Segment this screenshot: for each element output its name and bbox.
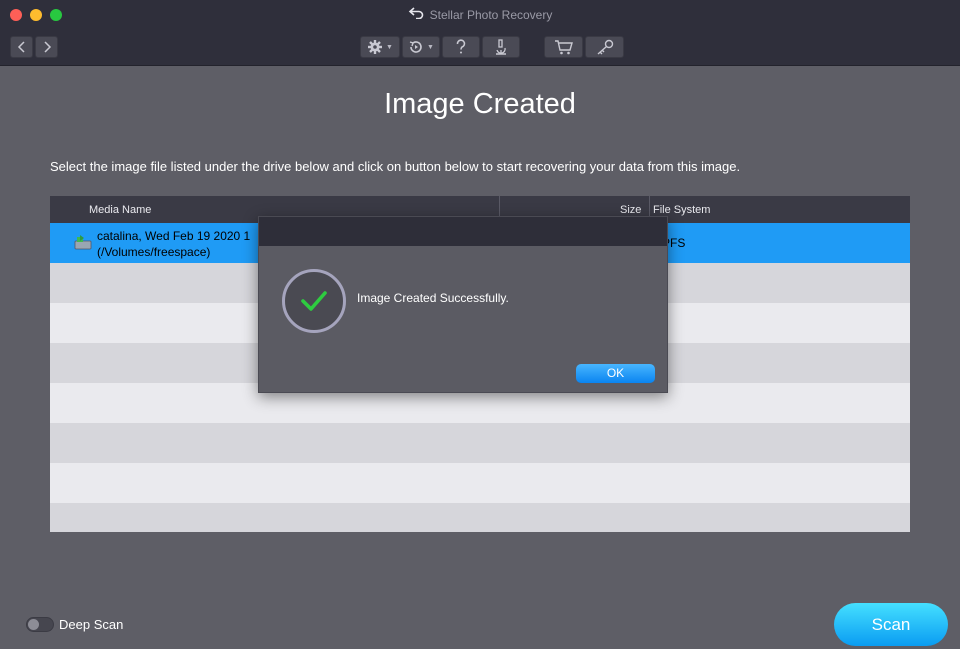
cart-icon — [554, 40, 573, 55]
deep-scan-toggle[interactable] — [26, 617, 54, 632]
column-header-media-name[interactable]: Media Name — [89, 204, 151, 216]
activate-button[interactable] — [585, 36, 624, 58]
scan-button[interactable]: Scan — [834, 603, 948, 646]
help-icon — [456, 39, 466, 54]
column-header-size[interactable]: Size — [620, 204, 641, 216]
ok-button[interactable]: OK — [576, 364, 655, 383]
settings-button[interactable]: ▼ — [360, 36, 400, 58]
dialog-message: Image Created Successfully. — [357, 291, 509, 305]
window-title: Stellar Photo Recovery — [0, 7, 960, 22]
forward-button[interactable] — [35, 36, 58, 58]
history-button[interactable]: ▼ — [402, 36, 440, 58]
analyze-button[interactable] — [482, 36, 520, 58]
success-check-icon — [282, 269, 346, 333]
success-dialog: Image Created Successfully. OK — [258, 216, 668, 393]
back-arrow-icon — [17, 41, 25, 53]
media-name-cell: catalina, Wed Feb 19 2020 1 (/Volumes/fr… — [97, 229, 251, 259]
empty-row — [50, 463, 910, 503]
buy-button[interactable] — [544, 36, 583, 58]
column-header-file-system[interactable]: File System — [653, 204, 710, 216]
back-button[interactable] — [10, 36, 33, 58]
toggle-knob — [28, 619, 39, 630]
dialog-header — [259, 217, 667, 246]
deep-scan-label: Deep Scan — [59, 617, 124, 632]
empty-row — [50, 423, 910, 463]
gear-icon — [368, 40, 383, 54]
instruction-text: Select the image file listed under the d… — [50, 159, 741, 174]
title-bar: Stellar Photo Recovery ▼ ▼ — [0, 0, 960, 66]
app-back-icon — [408, 7, 424, 22]
microscope-icon — [496, 39, 506, 55]
key-icon — [597, 39, 613, 55]
page-title: Image Created — [384, 88, 576, 120]
store-toolbar — [544, 36, 626, 58]
image-file-icon — [74, 235, 92, 256]
history-icon — [409, 41, 422, 53]
forward-arrow-icon — [43, 41, 51, 53]
help-button[interactable] — [442, 36, 480, 58]
empty-row — [50, 503, 910, 532]
tools-toolbar: ▼ ▼ — [360, 36, 522, 58]
